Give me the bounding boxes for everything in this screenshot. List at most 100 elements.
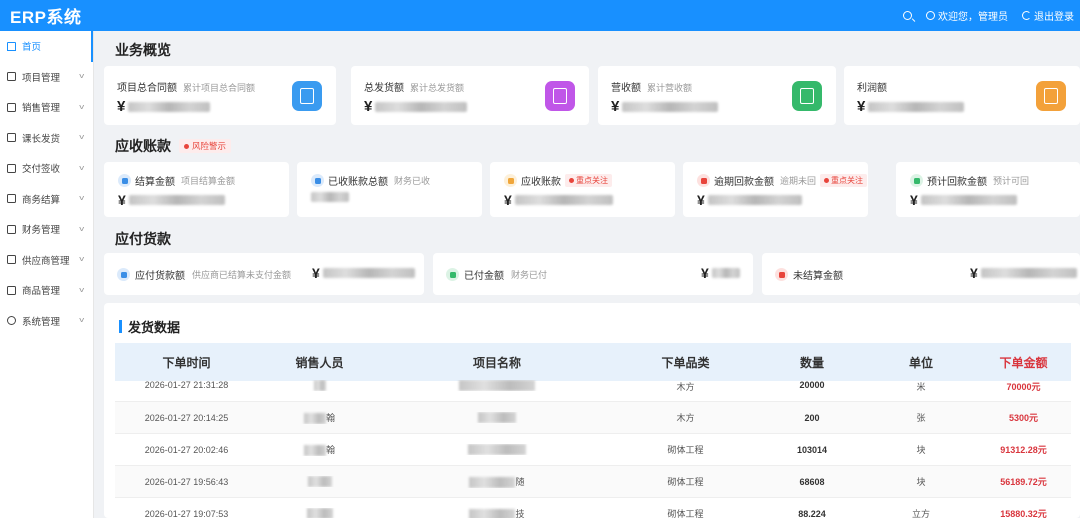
cell-amount: 91312.28元 [1000,445,1047,455]
overview-card-revenue[interactable]: 营收额 累计营收额 ¥ [598,66,836,125]
project-suffix: 技 [515,508,525,518]
table-row[interactable]: 2026-01-27 20:02:46 翰 砌体工程 103014 块 9131… [115,434,1071,466]
masked-value [711,268,740,278]
logout-button[interactable]: 退出登录 [1022,8,1074,23]
card-sub: 逾期未回 [780,176,817,186]
sidebar-item-label: 系统管理 [22,316,61,328]
col-header-amount[interactable]: 下单金额 [976,354,1071,371]
table-row[interactable]: 2026-01-27 20:14:25 翰 木方 200 张 5300元 [115,402,1071,434]
col-header-category[interactable]: 下单品类 [613,354,758,371]
project-suffix: 随 [515,476,525,487]
warning-icon [184,143,189,149]
contract-icon [292,81,322,111]
masked-value [514,195,613,205]
card-sub: 财务已付 [511,270,548,280]
supplier-icon [7,255,16,265]
currency-symbol: ¥ [504,192,512,208]
masked-value [128,195,225,205]
sidebar-item-projects[interactable]: 项目管理 v [0,62,93,93]
col-header-unit[interactable]: 单位 [866,354,976,371]
col-header-time[interactable]: 下单时间 [115,354,258,371]
sidebar-item-finance[interactable]: 财务管理 v [0,214,93,245]
cell-qty: 103014 [796,444,828,455]
card-label-text: 已付金额 [464,271,504,282]
table-header: 下单时间 销售人员 项目名称 下单品类 数量 单位 下单金额 [115,343,1071,381]
col-header-project[interactable]: 项目名称 [381,354,613,371]
card-sub: 累计营收额 [647,83,693,93]
sidebar-item-products[interactable]: 商品管理 v [0,275,93,306]
cell-time: 2026-01-27 21:31:28 [144,380,229,390]
sidebar-item-label: 交付签收 [22,164,61,176]
masked-text [459,380,535,392]
overview-card-shipped[interactable]: 总发货额 累计总发货额 ¥ [351,66,589,125]
search-button[interactable] [903,11,912,20]
cell-category: 砌体工程 [667,509,704,518]
card-value: ¥ [364,98,468,115]
user-menu[interactable]: 欢迎您，管理员 [926,8,1008,23]
card-value: ¥ [857,98,965,115]
calc-icon [7,194,16,204]
currency-symbol: ¥ [857,98,866,115]
receivable-card-due[interactable]: 应收账款 重点关注 ¥ [490,162,675,217]
sidebar-item-label: 商品管理 [22,286,61,298]
masked-text [469,509,516,518]
cell-time: 2026-01-27 20:14:25 [144,412,229,423]
overview-card-profit[interactable]: 利润额 ¥ [844,66,1080,125]
chevron-down-icon: v [78,73,84,81]
sidebar-item-settlement[interactable]: 商务结算 v [0,184,93,215]
receivable-card-received[interactable]: 已收账款总额 财务已收 [297,162,482,217]
sidebar-item-home[interactable]: 首页 [0,31,93,62]
sidebar-item-shipping[interactable]: 课长发货 v [0,123,93,154]
currency-symbol: ¥ [117,98,126,115]
chevron-down-icon: v [78,256,84,264]
table-row[interactable]: 2026-01-27 19:07:53 技 砌体工程 88.224 立方 158… [115,498,1071,518]
masked-value [868,101,965,112]
main-content: 业务概览 项目总合同额 累计项目总合同额 ¥ 总发货额 累计总发货额 ¥ 营收额 累计… [94,31,1080,518]
card-label-text: 利润额 [857,83,887,94]
focus-tag: 重点关注 [565,174,612,187]
cell-seller: 翰 [258,411,381,425]
sidebar-item-sales[interactable]: 销售管理 v [0,92,93,123]
sidebar-item-label: 项目管理 [22,72,61,84]
masked-value [311,192,349,202]
card-label: 已付金额 财务已付 [446,267,547,282]
card-value: ¥ [611,98,719,115]
masked-text [303,413,326,425]
overview-card-contract[interactable]: 项目总合同额 累计项目总合同额 ¥ [104,66,336,125]
tag-label: 重点关注 [831,176,864,185]
warning-icon [569,178,574,183]
cell-unit: 立方 [911,509,930,518]
sidebar-item-system[interactable]: 系统管理 v [0,306,93,337]
cell-amount: 5300元 [1008,413,1039,423]
receivable-card-overdue[interactable]: 逾期回款金额 逾期未回 重点关注 ¥ [683,162,868,217]
card-label-text: 应付货款额 [135,271,185,282]
sidebar-item-suppliers[interactable]: 供应商管理 v [0,245,93,276]
currency-symbol: ¥ [364,98,373,115]
sidebar-item-delivery[interactable]: 交付签收 v [0,153,93,184]
user-icon [926,11,935,20]
card-value: ¥ [701,265,740,281]
masked-text [303,445,326,457]
masked-text [469,477,516,489]
col-header-seller[interactable]: 销售人员 [258,354,381,371]
cell-amount: 15880.32元 [1000,509,1047,518]
masked-value [980,268,1077,278]
coin-icon [504,174,517,187]
table-row[interactable]: 2026-01-27 19:56:43 随 砌体工程 68608 块 56189… [115,466,1071,498]
table-row[interactable]: 2026-01-27 21:31:28 木方 20000 米 70000元 [115,380,1071,402]
payable-card-paid[interactable]: 已付金额 财务已付 ¥ [433,253,753,295]
card-value: ¥ [910,192,1017,208]
card-value: ¥ [118,192,225,208]
card-label: 项目总合同额 累计项目总合同额 [117,79,255,94]
card-label: 营收额 累计营收额 [611,79,692,94]
currency-symbol: ¥ [118,192,126,208]
payable-card-unsettled[interactable]: 未结算金额 ¥ [762,253,1080,295]
card-label-text: 已收账款总额 [328,177,388,188]
edit-icon [117,268,130,281]
receivable-card-expected[interactable]: 预计回款金额 预计可回 ¥ [896,162,1080,217]
receivable-card-settlement[interactable]: 结算金额 项目结算金额 ¥ [104,162,289,217]
masked-value [622,101,719,112]
col-header-qty[interactable]: 数量 [758,354,866,371]
title-accent-bar [119,320,122,333]
payable-card-due[interactable]: 应付货款额 供应商已结算未支付金额 ¥ [104,253,424,295]
